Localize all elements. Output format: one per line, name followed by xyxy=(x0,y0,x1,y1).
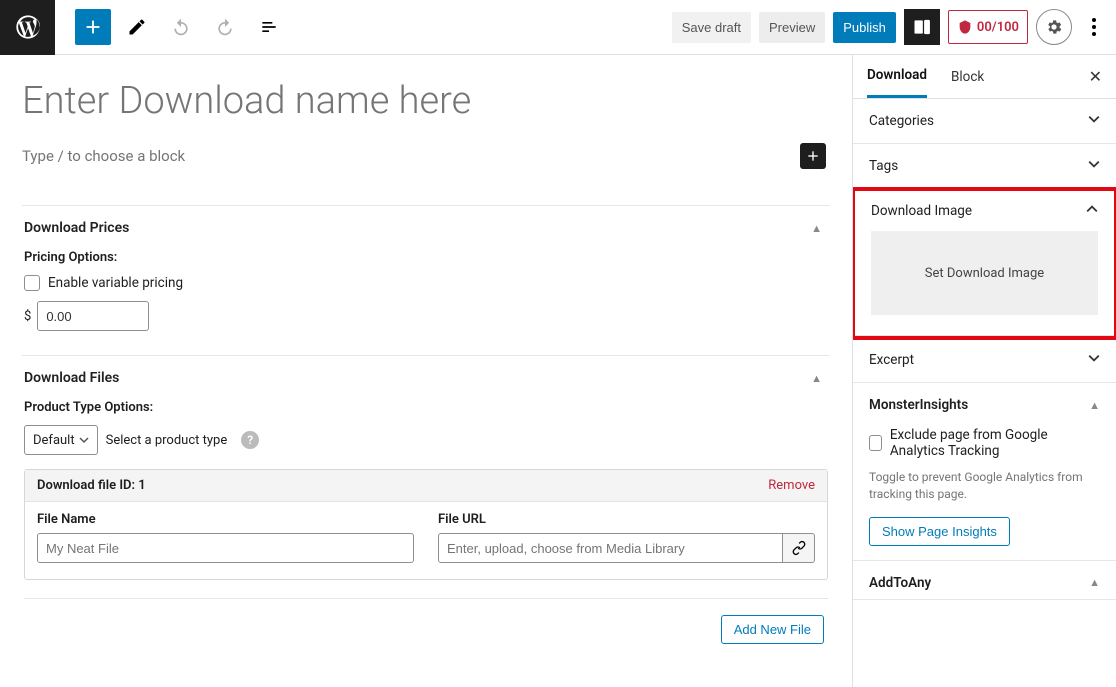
panel-collapse-caret[interactable]: ▲ xyxy=(811,372,822,385)
plus-icon xyxy=(82,16,104,38)
file-url-col: File URL xyxy=(438,512,815,563)
download-image-title: Download Image xyxy=(871,203,972,219)
redo-button[interactable] xyxy=(207,9,243,45)
monsterinsights-panel: MonsterInsights ▲ Exclude page from Goog… xyxy=(853,383,1116,561)
panel-collapse-caret[interactable]: ▲ xyxy=(811,222,822,235)
redo-icon xyxy=(215,17,235,37)
chevron-down-icon xyxy=(1088,158,1100,174)
link-icon xyxy=(791,540,807,556)
sidebar-row-excerpt[interactable]: Excerpt xyxy=(853,338,1116,383)
price-row: $ xyxy=(24,301,828,331)
more-menu-button[interactable] xyxy=(1080,18,1108,36)
mi-exclude-row[interactable]: Exclude page from Google Analytics Track… xyxy=(869,427,1100,459)
settings-panel-toggle[interactable] xyxy=(904,9,940,45)
remove-file-link[interactable]: Remove xyxy=(768,478,815,493)
panel-collapse-caret[interactable]: ▲ xyxy=(1089,576,1100,589)
file-name-label: File Name xyxy=(37,512,414,527)
list-icon xyxy=(259,17,279,37)
toolbar-left xyxy=(55,9,287,45)
block-picker-placeholder[interactable]: Type / to choose a block xyxy=(22,147,185,165)
chevron-down-icon xyxy=(79,435,89,445)
add-block-button[interactable] xyxy=(75,9,111,45)
settings-sidebar: Download Block ✕ Categories Tags Downloa… xyxy=(852,55,1116,687)
kebab-icon xyxy=(1092,18,1096,36)
chevron-up-icon[interactable] xyxy=(1086,203,1098,219)
sidebar-row-categories[interactable]: Categories xyxy=(853,99,1116,144)
editor-top-bar: Save draft Preview Publish 00/100 xyxy=(0,0,1116,55)
edit-mode-button[interactable] xyxy=(119,9,155,45)
download-prices-panel: Download Prices ▲ Pricing Options: Enabl… xyxy=(22,205,830,355)
help-icon[interactable]: ? xyxy=(241,431,259,449)
toolbar-right: Save draft Preview Publish 00/100 xyxy=(672,9,1116,45)
download-files-title: Download Files xyxy=(24,370,119,386)
options-gear-button[interactable] xyxy=(1036,9,1072,45)
enable-variable-checkbox[interactable] xyxy=(24,275,40,291)
categories-label: Categories xyxy=(869,113,934,129)
price-input[interactable] xyxy=(37,301,149,331)
product-type-help-text: Select a product type xyxy=(106,433,228,448)
block-picker-row: Type / to choose a block xyxy=(22,143,830,169)
chevron-down-icon xyxy=(1088,352,1100,368)
product-type-select[interactable]: Default xyxy=(24,425,98,455)
workspace: Enter Download name here Type / to choos… xyxy=(0,55,1116,687)
seo-score-text: 00/100 xyxy=(977,20,1019,35)
pricing-options-label: Pricing Options: xyxy=(24,250,828,265)
pencil-icon xyxy=(127,17,147,37)
tab-download[interactable]: Download xyxy=(867,55,927,98)
mi-exclude-label: Exclude page from Google Analytics Track… xyxy=(890,427,1100,459)
monsterinsights-title: MonsterInsights xyxy=(869,397,968,413)
download-image-panel: Download Image Set Download Image xyxy=(855,191,1114,336)
product-type-label: Product Type Options: xyxy=(24,400,828,415)
sidebar-row-tags[interactable]: Tags xyxy=(853,144,1116,189)
download-prices-title: Download Prices xyxy=(24,220,129,236)
add-new-file-button[interactable]: Add New File xyxy=(721,615,824,644)
editor-area: Enter Download name here Type / to choos… xyxy=(0,55,852,687)
media-library-button[interactable] xyxy=(783,533,815,563)
seo-score-badge[interactable]: 00/100 xyxy=(948,10,1028,44)
file-id-label: Download file ID: 1 xyxy=(37,478,146,493)
post-title-input[interactable]: Enter Download name here xyxy=(22,79,830,123)
plus-icon xyxy=(805,148,821,164)
undo-button[interactable] xyxy=(163,9,199,45)
currency-symbol: $ xyxy=(24,309,31,324)
sidebar-tabs: Download Block ✕ xyxy=(853,55,1116,99)
publish-button[interactable]: Publish xyxy=(833,12,896,43)
chevron-down-icon xyxy=(1088,113,1100,129)
addtoany-title: AddToAny xyxy=(869,575,931,591)
download-files-panel: Download Files ▲ Product Type Options: D… xyxy=(22,355,830,668)
mi-help-text: Toggle to prevent Google Analytics from … xyxy=(869,469,1100,503)
inline-add-block-button[interactable] xyxy=(800,143,826,169)
gear-icon xyxy=(1045,18,1063,36)
enable-variable-pricing-row[interactable]: Enable variable pricing xyxy=(24,275,828,291)
document-outline-button[interactable] xyxy=(251,9,287,45)
file-name-col: File Name xyxy=(37,512,414,563)
wordpress-icon xyxy=(14,13,42,41)
set-download-image-button[interactable]: Set Download Image xyxy=(871,231,1098,315)
close-sidebar-button[interactable]: ✕ xyxy=(1089,67,1102,86)
file-url-input[interactable] xyxy=(438,533,783,563)
product-type-value: Default xyxy=(33,433,75,448)
undo-icon xyxy=(171,17,191,37)
enable-variable-label: Enable variable pricing xyxy=(48,275,183,291)
mi-exclude-checkbox[interactable] xyxy=(869,435,882,451)
show-page-insights-button[interactable]: Show Page Insights xyxy=(869,517,1010,546)
download-file-box: Download file ID: 1 Remove File Name Fil… xyxy=(24,469,828,580)
download-image-highlight: Download Image Set Download Image xyxy=(852,187,1116,340)
wp-logo[interactable] xyxy=(0,0,55,55)
seo-icon xyxy=(957,19,973,35)
file-name-input[interactable] xyxy=(37,533,414,563)
preview-button[interactable]: Preview xyxy=(759,12,825,43)
save-draft-button[interactable]: Save draft xyxy=(672,12,751,43)
panel-collapse-caret[interactable]: ▲ xyxy=(1089,399,1100,412)
tags-label: Tags xyxy=(869,158,898,174)
panel-icon xyxy=(912,17,932,37)
file-url-label: File URL xyxy=(438,512,815,527)
excerpt-label: Excerpt xyxy=(869,352,914,368)
tab-block[interactable]: Block xyxy=(951,57,984,97)
addtoany-panel: AddToAny ▲ xyxy=(853,561,1116,600)
